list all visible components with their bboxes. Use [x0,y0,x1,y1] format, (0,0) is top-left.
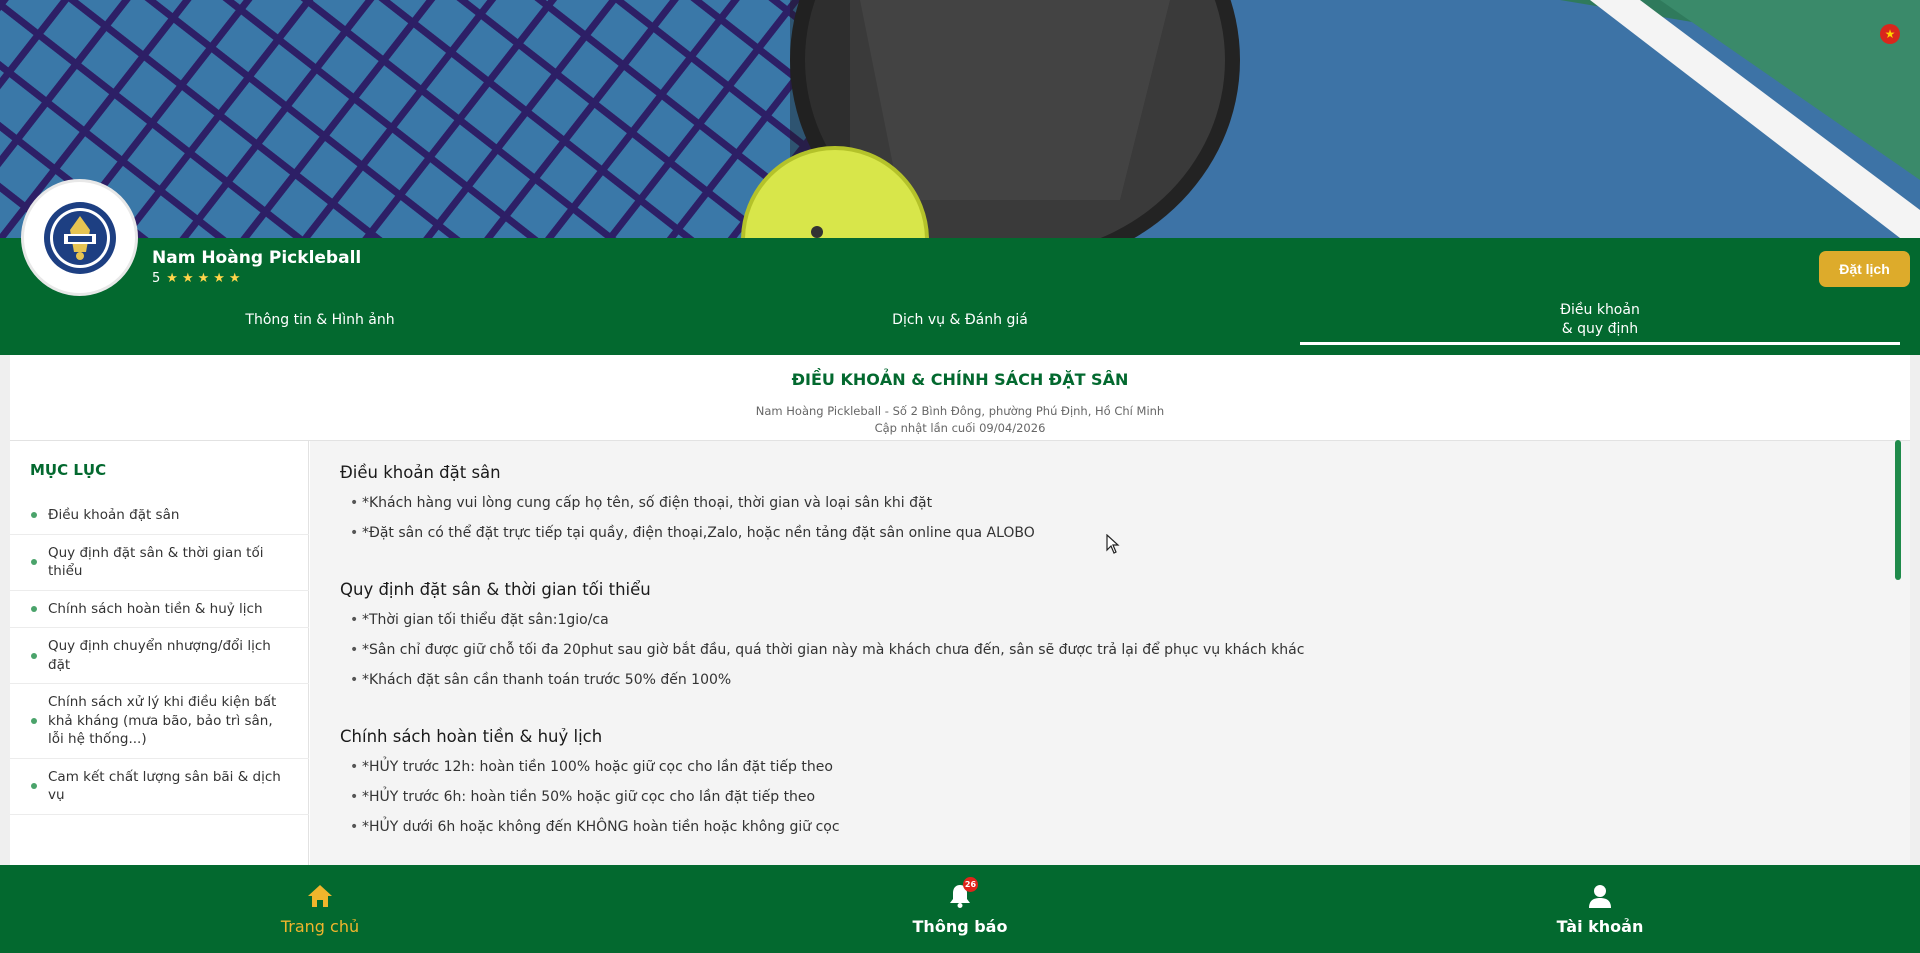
last-updated: Cập nhật lần cuối 09/04/2026 [874,421,1046,435]
nav-home-label: Trang chủ [280,917,360,936]
star-icon: ★ [228,271,241,286]
toc-item-force-majeure[interactable]: Chính sách xử lý khi điều kiện bất khả k… [10,684,309,759]
document-header: ĐIỀU KHOẢN & CHÍNH SÁCH ĐẶT SÂN Nam Hoàn… [10,355,1910,441]
terms-document: ĐIỀU KHOẢN & CHÍNH SÁCH ĐẶT SÂN Nam Hoàn… [10,355,1910,865]
cover-image: ★ [0,0,1920,238]
notification-count-badge: 26 [963,877,978,892]
star-icon: ★ [181,271,194,286]
section-bullet: *Thời gian tối thiểu đặt sân:1gio/ca [350,612,609,628]
book-button[interactable]: Đặt lịch [1819,251,1910,287]
toc-list: Điều khoản đặt sân Quy định đặt sân & th… [10,497,309,815]
nam-hoang-pickleball-logo-icon [43,201,116,274]
nav-account-label: Tài khoản [1556,917,1644,936]
content-scrollbar[interactable] [1895,440,1901,580]
vietnam-flag-icon[interactable]: ★ [1880,24,1900,44]
document-title: ĐIỀU KHOẢN & CHÍNH SÁCH ĐẶT SÂN [791,370,1129,389]
section-bullet: *Đặt sân có thể đặt trực tiếp tại quầy, … [350,525,1035,541]
club-address: Nam Hoàng Pickleball - Số 2 Bình Đông, p… [755,404,1165,418]
section-title: Điều khoản đặt sân [340,463,501,482]
section-bullet: *Khách hàng vui lòng cung cấp họ tên, số… [350,495,932,511]
rating-value: 5 [152,271,161,286]
active-tab-indicator [1300,342,1900,345]
toc-item-quality-commitment[interactable]: Cam kết chất lượng sân bãi & dịch vụ [10,759,309,815]
tab-terms-label-line2: & quy định [1561,321,1639,337]
table-of-contents: MỤC LỤC Điều khoản đặt sân Quy định đặt … [10,441,309,865]
tab-terms-label-line1: Điều khoản [1560,302,1640,318]
tab-terms-rules[interactable]: Điều khoản & quy định [1300,301,1900,339]
terms-content: Điều khoản đặt sân *Khách hàng vui lòng … [310,441,1910,865]
section-title: Quy định đặt sân & thời gian tối thiểu [340,580,651,599]
section-bullet: *Sân chỉ được giữ chỗ tối đa 20phut sau … [350,642,1304,658]
nav-home[interactable]: Trang chủ [0,865,640,953]
nav-notifications-label: Thông báo [912,917,1008,936]
club-name: Nam Hoàng Pickleball [152,248,362,268]
bell-icon: 26 [946,877,978,910]
section-bullet: *HỦY dưới 6h hoặc không đến KHÔNG hoàn t… [350,819,840,835]
toc-title: MỤC LỤC [30,461,107,479]
star-icon: ★ [166,271,178,286]
document-meta: Nam Hoàng Pickleball - Số 2 Bình Đông, p… [10,403,1910,437]
nav-account[interactable]: Tài khoản [1280,865,1920,953]
club-rating: 5 ★ ★ ★ ★ ★ [152,271,241,286]
toc-item-refund-policy[interactable]: Chính sách hoàn tiền & huỷ lịch [10,591,309,628]
club-logo [21,179,138,296]
toc-item-booking-terms[interactable]: Điều khoản đặt sân [10,497,309,535]
star-icon: ★ [197,271,210,286]
section-title: Chính sách hoàn tiền & huỷ lịch [340,727,603,746]
nav-notifications[interactable]: 26 Thông báo [640,865,1280,953]
toc-item-booking-rules[interactable]: Quy định đặt sân & thời gian tối thiểu [10,535,309,591]
tab-services-reviews[interactable]: Dịch vụ & Đánh giá [640,312,1280,328]
tab-info-images[interactable]: Thông tin & Hình ảnh [0,312,640,328]
star-icon: ★ [213,271,225,286]
section-bullet: *HỦY trước 6h: hoàn tiền 50% hoặc giữ cọ… [350,789,815,805]
mouse-cursor-icon [1106,534,1120,554]
home-icon [306,882,334,910]
bottom-navigation: Trang chủ 26 Thông báo Tài khoản [0,865,1920,953]
section-bullet: *HỦY trước 12h: hoàn tiền 100% hoặc giữ … [350,759,833,775]
cover-photo-illustration [0,0,1920,238]
user-icon [1586,882,1614,910]
section-bullet: *Khách đặt sân cần thanh toán trước 50% … [350,672,731,688]
toc-item-transfer-rules[interactable]: Quy định chuyển nhượng/đổi lịch đặt [10,628,309,684]
